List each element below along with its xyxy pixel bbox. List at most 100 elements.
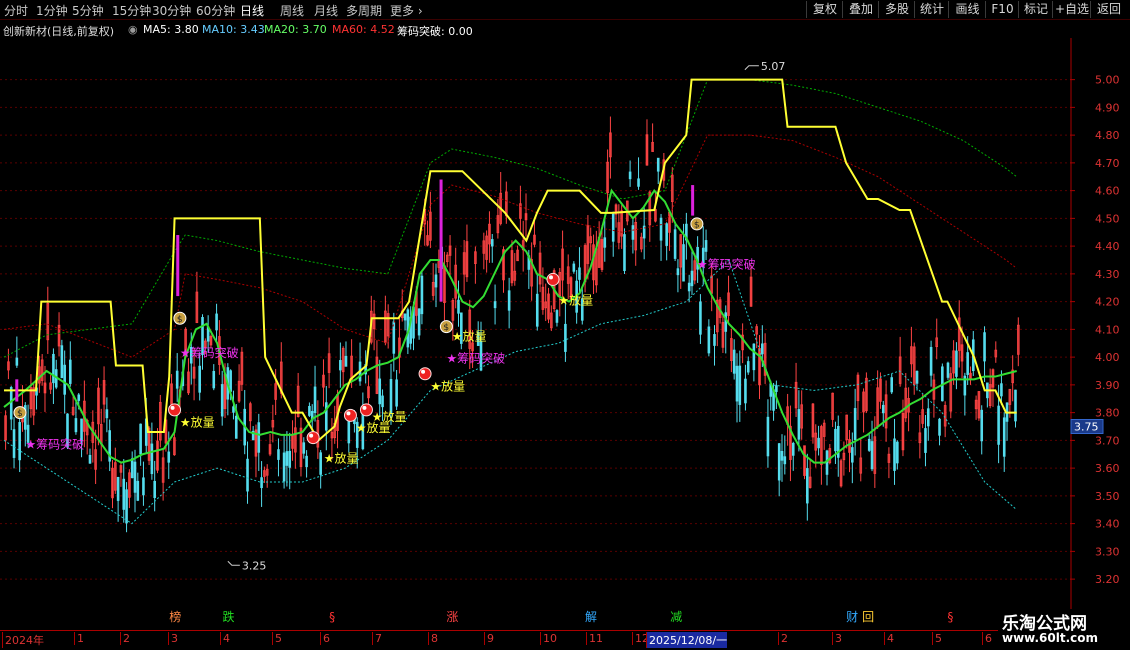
min-price-label: 3.25 xyxy=(242,559,266,572)
toolbar-button-2[interactable]: 多股 xyxy=(878,1,915,18)
candle-body xyxy=(983,332,986,362)
candle-body xyxy=(74,418,78,433)
candle-body xyxy=(234,415,238,439)
candle-body xyxy=(9,387,13,420)
candle-body xyxy=(656,157,660,172)
period-8[interactable]: 月线 xyxy=(314,2,338,19)
period-9[interactable]: 多周期 xyxy=(346,2,382,19)
toolbar-button-0[interactable]: 复权 xyxy=(806,1,843,18)
toolbar-button-3[interactable]: 统计 xyxy=(914,1,949,18)
candle-body xyxy=(150,443,154,475)
x-month-label: 1 xyxy=(74,632,84,645)
candle-body xyxy=(603,237,607,248)
candle-body xyxy=(673,229,677,259)
y-tick-label: 4.80 xyxy=(1095,129,1120,142)
x-month-label: 2025/12/08/一 xyxy=(646,632,728,648)
period-6[interactable]: 日线 xyxy=(240,2,264,19)
x-month-label: 8 xyxy=(428,632,438,645)
signal-ball-shine xyxy=(362,405,367,410)
toolbar-button-7[interactable]: +自选 xyxy=(1052,1,1091,18)
x-month-label: 9 xyxy=(484,632,494,645)
stock-title: 创新新材(日线,前复权) xyxy=(3,25,115,38)
settings-icon[interactable]: ◉ xyxy=(128,23,138,36)
x-month-label: 4 xyxy=(220,632,230,645)
chip-breakout-label: ★筹码突破 xyxy=(25,437,84,452)
period-4[interactable]: 30分钟 xyxy=(152,2,191,19)
y-tick-label: 4.70 xyxy=(1095,157,1120,170)
y-tick-label: 3.70 xyxy=(1095,434,1120,447)
time-axis: 2024年 1 2 3 4 5 6 7 8 9 10 11 12 2025/12/08/一 2 3 4 5 6 xyxy=(0,630,1130,650)
volume-surge-label: ★放量 xyxy=(558,292,593,307)
y-tick-label: 3.40 xyxy=(1095,518,1120,531)
time-axis-border xyxy=(0,630,1071,631)
candle-body xyxy=(434,274,438,288)
x-month-label: 6 xyxy=(982,632,992,645)
candle-body xyxy=(313,386,317,413)
period-3[interactable]: 15分钟 xyxy=(112,2,151,19)
period-10[interactable]: 更多 › xyxy=(390,2,423,19)
y-tick-label: 5.00 xyxy=(1095,74,1120,87)
candle-body xyxy=(302,442,306,454)
chip-breakout-label: ★筹码突破 xyxy=(697,256,756,271)
candle-body xyxy=(746,361,750,373)
period-7[interactable]: 周线 xyxy=(280,2,304,19)
min-price-pointer xyxy=(227,560,240,566)
signal-ball-shine xyxy=(346,411,351,416)
candle-body xyxy=(631,225,635,240)
breakout-bar xyxy=(15,379,19,402)
candle-body xyxy=(890,377,894,393)
event-marker: 榜 xyxy=(169,609,181,624)
toolbar-button-1[interactable]: 叠加 xyxy=(842,1,879,18)
candle-body xyxy=(997,405,1000,445)
candle-body xyxy=(52,353,55,384)
candle-body xyxy=(732,349,736,374)
x-month-label: 3 xyxy=(168,632,178,645)
candle-body xyxy=(676,268,680,276)
y-tick-label: 4.40 xyxy=(1095,240,1120,253)
volume-surge-label: ★放量 xyxy=(430,378,465,393)
candle-body xyxy=(18,422,21,461)
signal-ball-icon xyxy=(168,403,182,417)
watermark-url: www.60lt.com xyxy=(1002,631,1099,645)
toolbar-button-5[interactable]: F10 xyxy=(985,1,1019,18)
y-tick-label: 4.20 xyxy=(1095,296,1120,309)
candle-body xyxy=(980,409,984,442)
candle-body xyxy=(870,441,874,470)
toolbar-button-8[interactable]: 返回 xyxy=(1090,1,1127,18)
candle-body xyxy=(777,443,781,481)
candle-body xyxy=(966,352,969,375)
x-month-label: 2024年 xyxy=(2,632,44,648)
candle-body xyxy=(752,343,756,371)
candle-body xyxy=(623,234,626,271)
period-2[interactable]: 5分钟 xyxy=(72,2,104,19)
toolbar-button-4[interactable]: 画线 xyxy=(948,1,986,18)
candle-body xyxy=(851,447,854,463)
candle-body xyxy=(324,402,328,431)
period-0[interactable]: 分时 xyxy=(4,2,28,19)
x-month-label: 6 xyxy=(320,632,330,645)
candle-body xyxy=(136,480,140,501)
candlestick-chart[interactable]: 5.00 4.90 4.80 4.70 4.60 4.50 4.40 4.30 4.20 4.10… xyxy=(0,38,1130,630)
candle-body xyxy=(817,437,820,449)
indicator-1: MA10: 3.43 xyxy=(202,23,265,36)
period-1[interactable]: 1分钟 xyxy=(36,2,68,19)
candle-body xyxy=(687,282,691,292)
candle-body xyxy=(308,406,311,416)
candle-body xyxy=(955,350,958,377)
money-bag-symbol: $ xyxy=(177,315,183,325)
candle-body xyxy=(122,478,126,510)
candle-body xyxy=(738,365,742,405)
candle-body xyxy=(783,456,787,465)
candle-body xyxy=(744,378,747,404)
candle-body xyxy=(713,334,716,346)
candle-body xyxy=(775,385,778,392)
breakout-bar xyxy=(691,185,695,216)
candle-body xyxy=(929,346,933,376)
y-tick-label: 3.80 xyxy=(1095,407,1120,420)
candle-body xyxy=(766,416,770,457)
signal-ball-icon xyxy=(359,403,373,417)
toolbar-button-6[interactable]: 标记 xyxy=(1018,1,1053,18)
candle-body xyxy=(704,240,708,252)
x-month-label: 4 xyxy=(884,632,894,645)
period-5[interactable]: 60分钟 xyxy=(196,2,235,19)
